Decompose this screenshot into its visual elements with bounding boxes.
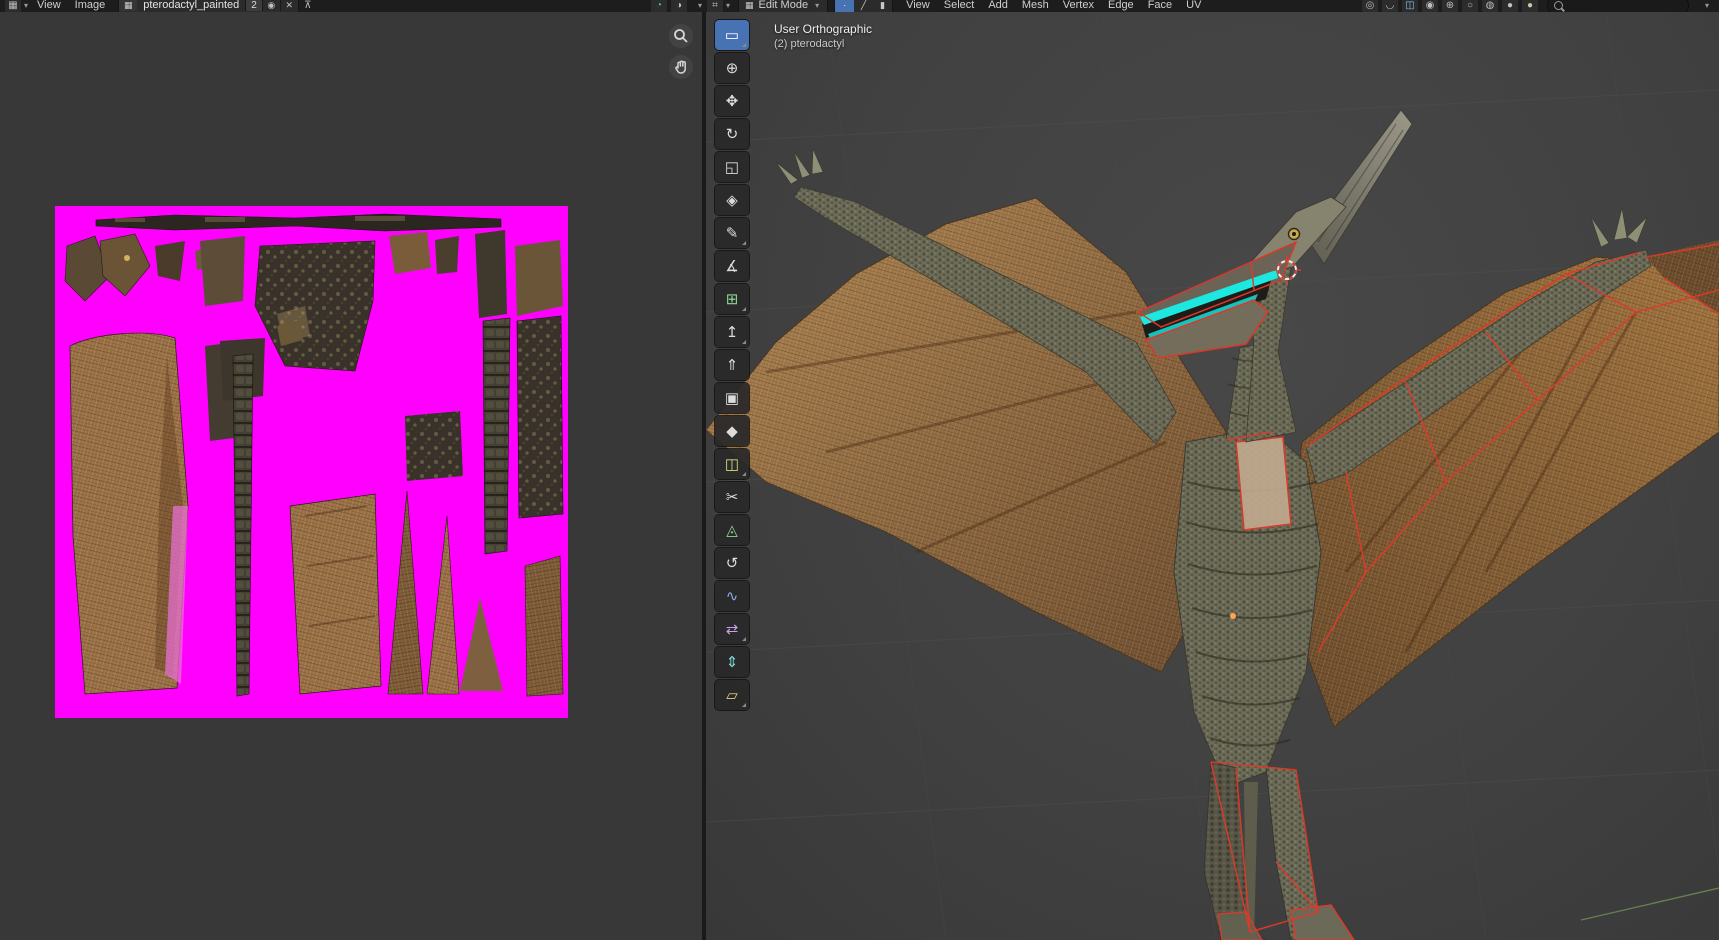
menu-view[interactable]: View — [30, 0, 68, 11]
tool-loop-cut[interactable]: ◫ — [715, 449, 749, 479]
uv-header-chevron[interactable]: ▾ — [698, 1, 702, 10]
zoom-icon[interactable] — [669, 24, 693, 48]
uv-editor-header: ▦ ▾ View Image ▦ pterodactyl_painted 2 ◉… — [0, 0, 704, 12]
gizmos-icon[interactable]: ⊕ — [1442, 0, 1458, 12]
mode-selector[interactable]: ▦ Edit Mode ▾ — [738, 0, 828, 12]
pin-icon[interactable]: ⊼ — [300, 0, 316, 12]
snap-magnet-icon[interactable]: ◡ — [1382, 0, 1398, 12]
tool-edge-slide[interactable]: ⇄ — [715, 614, 749, 644]
shading-rendered-icon[interactable]: ● — [1522, 0, 1538, 12]
image-source-icon[interactable]: ◔ — [651, 0, 667, 12]
tool-shear[interactable]: ▱ — [715, 680, 749, 710]
tool-rotate[interactable]: ↻ — [715, 119, 749, 149]
xray-icon[interactable]: ◫ — [1402, 0, 1418, 12]
top-header-strip: ▦ ▾ View Image ▦ pterodactyl_painted 2 ◉… — [0, 0, 1719, 12]
menu-face[interactable]: Face — [1141, 0, 1179, 11]
pan-icon[interactable] — [669, 55, 693, 79]
image-name-field[interactable]: pterodactyl_painted — [137, 0, 245, 11]
editor-options-chevron[interactable]: ▾ — [1705, 1, 1709, 10]
3d-viewport-icon[interactable]: ⌗ — [707, 0, 723, 12]
scene-canvas[interactable] — [706, 12, 1719, 940]
search-icon — [1554, 1, 1563, 10]
search-field[interactable] — [1547, 0, 1689, 12]
legs — [1204, 762, 1354, 940]
tool-add-cube[interactable]: ⊞ — [715, 284, 749, 314]
foot-left — [1218, 912, 1262, 940]
menu-view-3d[interactable]: View — [899, 0, 937, 11]
uv-header-right-icons: ◔◑ — [650, 0, 688, 12]
vertex-select[interactable]: ∙ — [835, 0, 854, 12]
image-editor-icon[interactable]: ▦ — [5, 0, 21, 12]
foot-right — [1291, 905, 1354, 940]
left-wing — [706, 149, 1226, 672]
editor-divider[interactable] — [702, 0, 706, 940]
selected-face[interactable] — [1236, 437, 1291, 530]
tool-extrude-individual[interactable]: ⇑ — [715, 350, 749, 380]
select-mode-group: ∙╱▮ — [834, 0, 893, 12]
editor-type-chevron[interactable]: ▾ — [24, 1, 28, 10]
unlink-icon[interactable]: ✕ — [280, 0, 298, 11]
tool-shrink-fatten[interactable]: ⇕ — [715, 647, 749, 677]
origin-dot — [1230, 613, 1236, 619]
shading-solid-icon[interactable]: ◍ — [1482, 0, 1498, 12]
tool-cursor[interactable]: ⊕ — [715, 53, 749, 83]
tool-measure[interactable]: ∡ — [715, 251, 749, 281]
tool-transform[interactable]: ◈ — [715, 185, 749, 215]
viewport-header-right-icons: ◎ ◡ ◫ ◉ ⊕ ○ ◍ ● ● — [1361, 0, 1539, 12]
tool-knife[interactable]: ✂ — [715, 482, 749, 512]
menu-select[interactable]: Select — [937, 0, 982, 11]
viewport-type-chevron[interactable]: ▾ — [726, 1, 730, 10]
viewport-header: ⌗ ▾ ▦ Edit Mode ▾ ∙╱▮ View Select Add Me… — [706, 0, 1719, 12]
3d-model-pterodactyl[interactable] — [706, 110, 1719, 940]
tool-move[interactable]: ✥ — [715, 86, 749, 116]
tool-bevel[interactable]: ◆ — [715, 416, 749, 446]
right-wing — [1291, 208, 1719, 727]
menu-mesh[interactable]: Mesh — [1015, 0, 1056, 11]
tool-poly-build[interactable]: ◬ — [715, 515, 749, 545]
view-name-label: User Orthographic — [774, 22, 872, 36]
image-users-count[interactable]: 2 — [245, 0, 262, 11]
menu-edge[interactable]: Edge — [1101, 0, 1141, 11]
tool-scale[interactable]: ◱ — [715, 152, 749, 182]
viewport-toolbar: ▭⊕✥↻◱◈✎∡⊞↥⇑▣◆◫✂◬↺∿⇄⇕▱ — [715, 20, 751, 710]
menu-add[interactable]: Add — [981, 0, 1015, 11]
tool-annotate[interactable]: ✎ — [715, 218, 749, 248]
torso — [1174, 427, 1321, 787]
uv-image-editor[interactable] — [0, 12, 702, 940]
viewport-overlay-text: User Orthographic (2) pterodactyl — [774, 22, 872, 50]
tool-extrude-region[interactable]: ↥ — [715, 317, 749, 347]
search-input[interactable] — [1568, 0, 1672, 12]
proportional-editing-icon[interactable]: ◎ — [1362, 0, 1378, 12]
shield-icon[interactable]: ◉ — [262, 0, 280, 11]
menu-vertex[interactable]: Vertex — [1056, 0, 1101, 11]
menu-uv[interactable]: UV — [1179, 0, 1208, 11]
tool-inset-faces[interactable]: ▣ — [715, 383, 749, 413]
uv-nav-gizmos — [669, 24, 693, 79]
tool-smooth[interactable]: ∿ — [715, 581, 749, 611]
image-browse-icon[interactable]: ▦ — [119, 0, 137, 11]
image-datablock: ▦ pterodactyl_painted 2 ◉ ✕ — [118, 0, 299, 12]
menu-image[interactable]: Image — [68, 0, 113, 11]
tool-spin[interactable]: ↺ — [715, 548, 749, 578]
edge-select[interactable]: ╱ — [854, 0, 873, 12]
object-info-label: (2) pterodactyl — [774, 38, 872, 50]
tool-select-box[interactable]: ▭ — [715, 20, 749, 50]
mode-chevron: ▾ — [815, 1, 819, 10]
shading-material-icon[interactable]: ● — [1502, 0, 1518, 12]
axis-line-green — [1581, 888, 1719, 920]
shading-wireframe-icon[interactable]: ○ — [1462, 0, 1478, 12]
mode-label: Edit Mode — [759, 0, 809, 11]
uv-texture-image[interactable] — [55, 206, 568, 718]
3d-viewport[interactable]: User Orthographic (2) pterodactyl ▭⊕✥↻◱◈… — [706, 12, 1719, 940]
face-select[interactable]: ▮ — [873, 0, 892, 12]
overlays-icon[interactable]: ◉ — [1422, 0, 1438, 12]
edit-mode-cube-icon: ▦ — [745, 0, 754, 11]
display-channels-icon[interactable]: ◑ — [671, 0, 687, 12]
